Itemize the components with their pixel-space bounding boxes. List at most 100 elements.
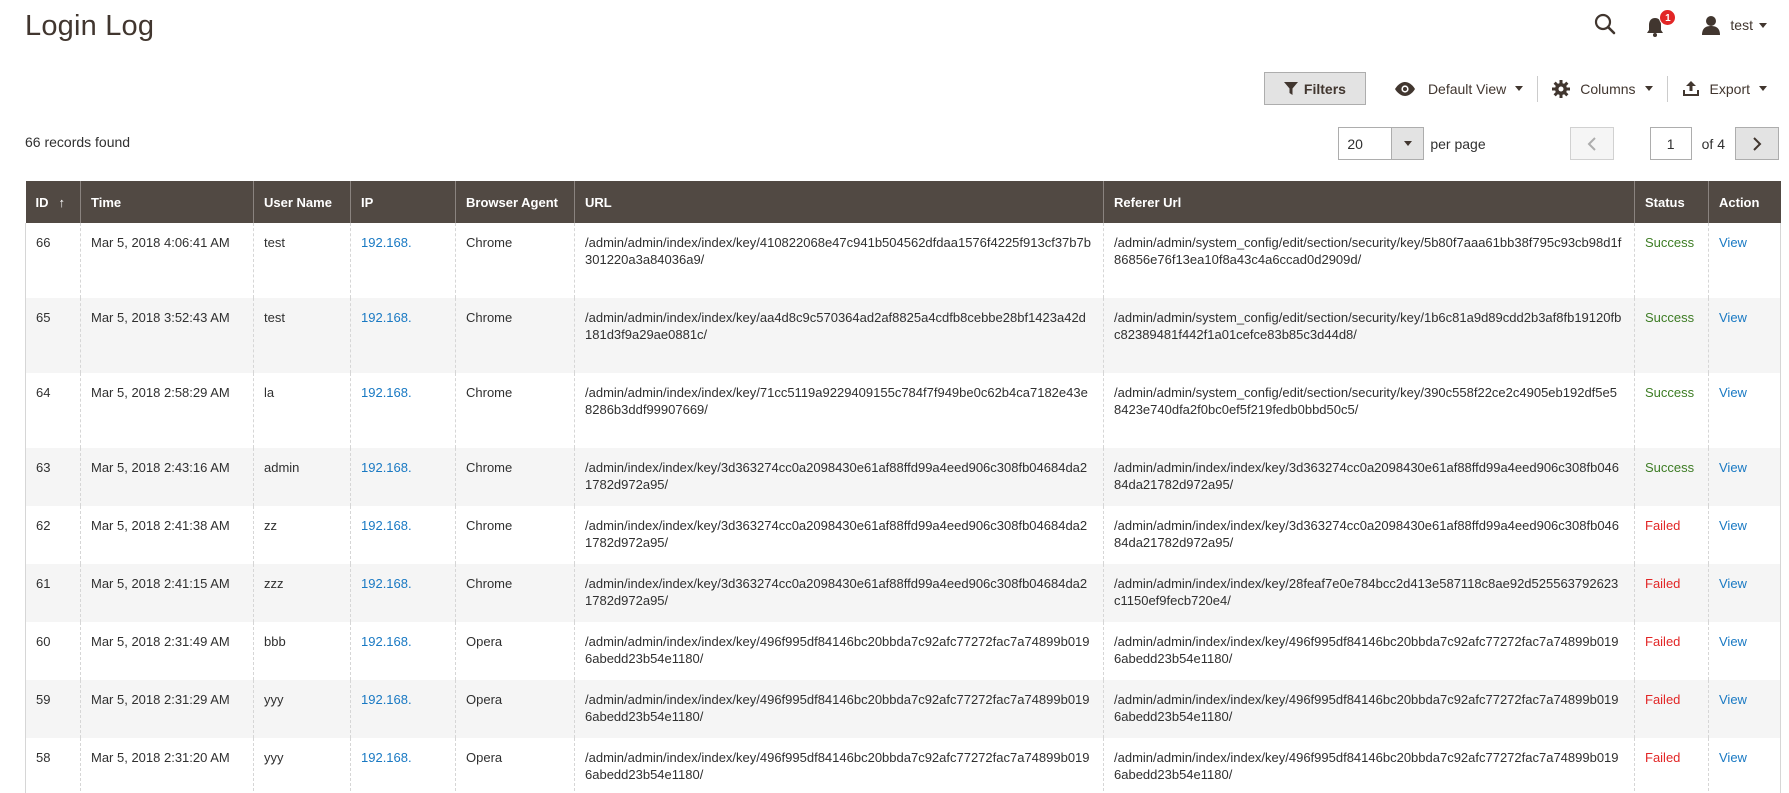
cell-status: Failed — [1634, 622, 1709, 680]
cell-user-name: admin — [253, 448, 351, 506]
columns-dropdown[interactable]: Columns — [1552, 72, 1653, 105]
search-icon[interactable] — [1593, 12, 1619, 38]
cell-time: Mar 5, 2018 2:41:15 AM — [80, 564, 254, 622]
cell-url: /admin/admin/index/index/key/496f995df84… — [574, 622, 1104, 680]
view-link[interactable]: View — [1719, 235, 1747, 250]
column-header-time[interactable]: Time — [80, 181, 254, 223]
view-link[interactable]: View — [1719, 385, 1747, 400]
cell-browser-agent: Chrome — [455, 448, 575, 506]
cell-time: Mar 5, 2018 2:31:20 AM — [80, 738, 254, 793]
filters-label: Filters — [1303, 80, 1346, 97]
cell-browser-agent: Opera — [455, 680, 575, 738]
per-page-select[interactable]: 20 — [1338, 127, 1425, 160]
column-header-ip[interactable]: IP — [350, 181, 456, 223]
cell-time: Mar 5, 2018 2:41:38 AM — [80, 506, 254, 564]
filter-icon — [1283, 81, 1298, 95]
next-page-button[interactable] — [1735, 127, 1779, 160]
cell-time: Mar 5, 2018 2:43:16 AM — [80, 448, 254, 506]
cell-status: Success — [1634, 223, 1709, 298]
grid-toolbar: Filters Default View Columns Export — [1263, 72, 1767, 105]
cell-status: Success — [1634, 373, 1709, 448]
cell-action: View — [1708, 738, 1781, 793]
notification-badge: 1 — [1659, 9, 1677, 26]
view-link[interactable]: View — [1719, 460, 1747, 475]
view-link[interactable]: View — [1719, 518, 1747, 533]
view-link[interactable]: View — [1719, 750, 1747, 765]
cell-referer-url: /admin/admin/index/index/key/3d363274cc0… — [1103, 506, 1635, 564]
cell-ip[interactable]: 192.168. — [350, 506, 456, 564]
chevron-down-icon — [1515, 86, 1524, 91]
login-log-table: ID ↑ Time User Name IP Browser Agent URL … — [25, 181, 1781, 793]
export-dropdown[interactable]: Export — [1682, 72, 1767, 105]
view-link[interactable]: View — [1719, 634, 1747, 649]
cell-url: /admin/admin/index/index/key/aa4d8c9c570… — [574, 298, 1104, 373]
default-view-dropdown[interactable]: Default View — [1394, 72, 1524, 105]
filters-button[interactable]: Filters — [1263, 72, 1366, 105]
cell-status: Success — [1634, 298, 1709, 373]
cell-url: /admin/index/index/key/3d363274cc0a20984… — [574, 506, 1104, 564]
user-menu[interactable]: test — [1701, 15, 1767, 35]
cell-ip[interactable]: 192.168. — [350, 622, 456, 680]
cell-ip[interactable]: 192.168. — [350, 738, 456, 793]
cell-user-name: test — [253, 298, 351, 373]
table-row: 58 Mar 5, 2018 2:31:20 AM yyy 192.168. Opera… — [25, 738, 1781, 793]
chevron-down-icon — [1759, 86, 1767, 91]
cell-browser-agent: Opera — [455, 738, 575, 793]
records-count: 66 records found — [25, 134, 131, 150]
column-header-action: Action — [1708, 181, 1781, 223]
cell-status: Failed — [1634, 680, 1709, 738]
cell-browser-agent: Chrome — [455, 298, 575, 373]
column-header-referer-url[interactable]: Referer Url — [1103, 181, 1635, 223]
column-header-status[interactable]: Status — [1634, 181, 1709, 223]
cell-action: View — [1708, 506, 1781, 564]
cell-action: View — [1708, 373, 1781, 448]
column-header-browser-agent[interactable]: Browser Agent — [455, 181, 575, 223]
cell-user-name: test — [253, 223, 351, 298]
cell-id: 64 — [25, 373, 81, 448]
column-header-url[interactable]: URL — [574, 181, 1104, 223]
toolbar-divider — [1537, 75, 1539, 102]
cell-status: Failed — [1634, 738, 1709, 793]
cell-time: Mar 5, 2018 4:06:41 AM — [80, 223, 254, 298]
cell-action: View — [1708, 298, 1781, 373]
cell-user-name: yyy — [253, 738, 351, 793]
cell-id: 60 — [25, 622, 81, 680]
cell-id: 65 — [25, 298, 81, 373]
cell-user-name: bbb — [253, 622, 351, 680]
chevron-right-icon — [1753, 136, 1762, 151]
cell-user-name: yyy — [253, 680, 351, 738]
cell-status: Failed — [1634, 564, 1709, 622]
cell-time: Mar 5, 2018 2:58:29 AM — [80, 373, 254, 448]
cell-referer-url: /admin/admin/index/index/key/3d363274cc0… — [1103, 448, 1635, 506]
cell-ip[interactable]: 192.168. — [350, 680, 456, 738]
view-link[interactable]: View — [1719, 310, 1747, 325]
user-name: test — [1730, 17, 1753, 33]
cell-ip[interactable]: 192.168. — [350, 373, 456, 448]
cell-ip[interactable]: 192.168. — [350, 564, 456, 622]
column-header-id[interactable]: ID ↑ — [25, 181, 81, 223]
cell-browser-agent: Chrome — [455, 373, 575, 448]
notifications-button[interactable]: 1 — [1645, 9, 1677, 40]
page-title: Login Log — [25, 10, 155, 42]
per-page-label: per page — [1430, 135, 1486, 152]
column-header-user-name[interactable]: User Name — [253, 181, 351, 223]
table-row: 62 Mar 5, 2018 2:41:38 AM zz 192.168. Chrome… — [25, 506, 1781, 564]
view-link[interactable]: View — [1719, 576, 1747, 591]
cell-id: 66 — [25, 223, 81, 298]
cell-url: /admin/admin/index/index/key/496f995df84… — [574, 680, 1104, 738]
cell-ip[interactable]: 192.168. — [350, 223, 456, 298]
cell-time: Mar 5, 2018 2:31:29 AM — [80, 680, 254, 738]
view-link[interactable]: View — [1719, 692, 1747, 707]
cell-user-name: zzz — [253, 564, 351, 622]
eye-icon — [1394, 81, 1415, 96]
cell-status: Success — [1634, 448, 1709, 506]
columns-label: Columns — [1580, 80, 1636, 97]
per-page-toggle[interactable] — [1391, 128, 1424, 159]
header-actions: 1 test — [1593, 9, 1767, 40]
previous-page-button[interactable] — [1569, 127, 1614, 160]
cell-id: 58 — [25, 738, 81, 793]
page-number-input[interactable]: 1 — [1649, 127, 1692, 160]
cell-ip[interactable]: 192.168. — [350, 448, 456, 506]
table-row: 60 Mar 5, 2018 2:31:49 AM bbb 192.168. Opera… — [25, 622, 1781, 680]
cell-ip[interactable]: 192.168. — [350, 298, 456, 373]
